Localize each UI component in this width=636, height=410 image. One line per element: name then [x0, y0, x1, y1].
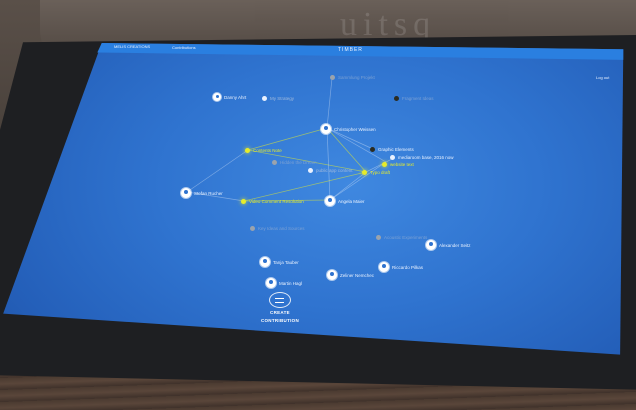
node-label: Riccardo Pilkas	[392, 264, 424, 270]
user-avatar-icon	[260, 257, 270, 267]
topic-dot	[376, 235, 381, 240]
node-label: Danny Ahrt	[224, 94, 247, 100]
topic-dot	[362, 170, 367, 175]
user-node[interactable]: Alexander Seitz	[426, 240, 471, 250]
user-avatar-icon	[181, 188, 191, 198]
user-node[interactable]: Riccardo Pilkas	[379, 262, 423, 272]
user-avatar-icon	[327, 270, 337, 280]
node-label: Fragment Ideas	[402, 96, 434, 101]
topic-dot	[390, 155, 395, 160]
node-label: Angela Maier	[338, 198, 365, 204]
node-label: Video Comment Resolution	[249, 199, 304, 204]
graph-node[interactable]: My Strategy	[262, 96, 294, 101]
topic-dot	[308, 168, 313, 173]
node-label: Hidden the Dream	[280, 160, 317, 165]
graph-node[interactable]: Key Ideas and Sources	[250, 226, 305, 231]
user-node[interactable]: Angela Maier	[325, 196, 365, 206]
user-avatar-icon	[379, 262, 389, 272]
node-label: Sammlung Projekt	[338, 75, 375, 80]
node-label: Acoustic Experiments	[384, 235, 428, 240]
user-avatar-icon	[321, 124, 331, 134]
node-label: mediaroom base, 2016 now	[398, 155, 454, 160]
node-label: website text	[390, 162, 414, 167]
node-label: Alexander Seitz	[439, 242, 471, 248]
create-label-line1: CREATE	[270, 310, 290, 315]
topic-dot	[250, 226, 255, 231]
create-contribution-button[interactable]: CREATE CONTRIBUTION	[258, 292, 302, 324]
node-label: Tanja Tauber	[273, 259, 299, 265]
user-avatar-icon	[426, 240, 436, 250]
graph-node[interactable]: Acoustic Experiments	[376, 235, 427, 240]
node-label: Stefan Rucher	[194, 190, 223, 196]
node-label: Martin Hagl	[279, 280, 303, 286]
tablet-device: uitsq MELIS CREATIONS Contributions TIMB…	[0, 0, 636, 410]
user-node[interactable]: Danny Ahrt	[213, 93, 246, 101]
node-label: Contents Note	[253, 148, 282, 153]
topic-dot	[262, 96, 267, 101]
topic-dot	[241, 199, 246, 204]
user-avatar-icon	[325, 196, 335, 206]
node-label: Typo draft	[370, 170, 391, 175]
user-node[interactable]: Stefan Rucher	[181, 188, 223, 198]
topic-dot	[382, 162, 387, 167]
graph-node[interactable]: Fragment Ideas	[394, 96, 434, 101]
node-label: Christopher Weissen	[334, 126, 376, 132]
node-label: My Strategy	[270, 96, 295, 101]
user-node[interactable]: Christopher Weissen	[321, 124, 376, 134]
node-label: public app content	[316, 168, 353, 173]
create-label-line2: CONTRIBUTION	[260, 318, 300, 323]
user-node[interactable]: Tanja Tauber	[260, 257, 299, 267]
graph-node[interactable]: mediaroom base, 2016 now	[390, 155, 454, 160]
graph-node[interactable]: Contents Note	[245, 148, 282, 153]
node-label: Graphic Elements	[378, 147, 414, 152]
node-label: Zeliner Nemchec	[340, 272, 375, 278]
topic-dot	[245, 148, 250, 153]
topic-dot	[370, 147, 375, 152]
graph-node[interactable]: Video Comment Resolution	[241, 199, 304, 204]
topic-dot	[330, 75, 335, 80]
topic-dot	[394, 96, 399, 101]
user-avatar-icon	[266, 278, 276, 288]
user-avatar-icon	[213, 93, 221, 101]
user-node[interactable]: Zeliner Nemchec	[327, 270, 374, 280]
handshake-icon	[269, 292, 291, 308]
graph-node[interactable]: Graphic Elements	[370, 147, 414, 152]
graph-node[interactable]: Typo draft	[362, 170, 390, 175]
topic-dot	[272, 160, 277, 165]
node-label: Key Ideas and Sources	[258, 226, 305, 231]
graph-node[interactable]: public app content	[308, 168, 353, 173]
graph-node[interactable]: website text	[382, 162, 414, 167]
graph-node[interactable]: Sammlung Projekt	[330, 75, 375, 80]
graph-edges	[186, 77, 395, 202]
graph-node[interactable]: Hidden the Dream	[272, 160, 317, 165]
user-node[interactable]: Martin Hagl	[266, 278, 302, 288]
